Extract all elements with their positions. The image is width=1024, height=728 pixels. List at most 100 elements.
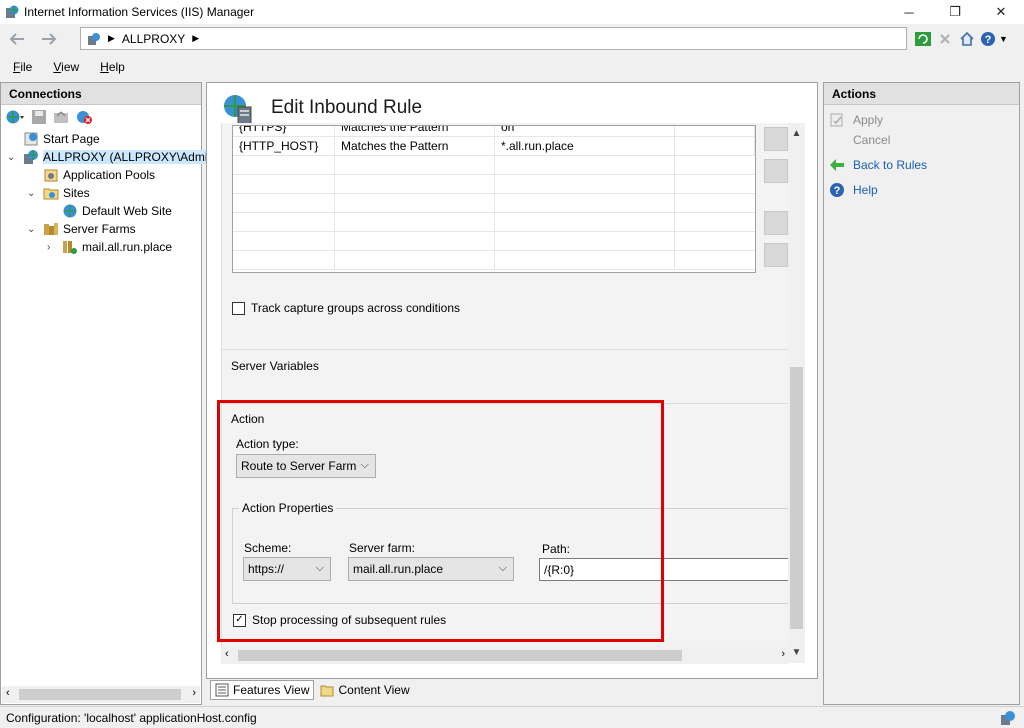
table-row[interactable] xyxy=(233,232,755,251)
chevron-down-icon[interactable]: ⌄ xyxy=(7,152,15,163)
chevron-down-icon[interactable]: ⌄ xyxy=(27,188,35,199)
stop-button[interactable] xyxy=(934,28,956,50)
chevron-down-icon: ▼ xyxy=(999,34,1008,44)
help-dropdown-button[interactable]: ? ▼ xyxy=(978,28,1010,50)
forward-button[interactable] xyxy=(36,28,62,50)
chevron-left-icon[interactable]: ‹ xyxy=(6,687,10,699)
server-variables-section[interactable]: Server Variables xyxy=(222,349,790,379)
svg-text:?: ? xyxy=(834,185,841,197)
table-row[interactable]: {HTTPS} Matches the Pattern on xyxy=(233,126,755,137)
minimize-button[interactable]: ─ xyxy=(886,0,932,24)
chevron-up-icon[interactable]: ▲ xyxy=(788,125,805,142)
start-page-icon xyxy=(23,131,39,147)
move-down-condition-button[interactable] xyxy=(764,243,788,267)
checkbox-box[interactable] xyxy=(232,301,245,315)
table-row[interactable] xyxy=(233,156,755,175)
save-icon[interactable] xyxy=(31,109,47,125)
server-variables-body xyxy=(222,379,790,404)
table-row[interactable] xyxy=(233,194,755,213)
edit-inbound-rule-panel: Edit Inbound Rule {HTTPS} Matches the Pa… xyxy=(206,82,818,679)
chevron-right-icon[interactable]: › xyxy=(192,687,196,699)
chevron-left-icon[interactable]: ‹ xyxy=(225,648,229,660)
scroll-thumb[interactable] xyxy=(790,367,803,629)
actions-header: Actions xyxy=(824,83,1019,105)
chevron-down-icon: ⌵ xyxy=(315,562,324,574)
stop-icon xyxy=(940,34,950,44)
chevron-down-icon: ⌵ xyxy=(360,459,369,471)
forward-arrow-icon xyxy=(42,33,57,45)
cancel-action[interactable]: Cancel xyxy=(829,132,890,148)
tree-item-start-page[interactable]: Start Page xyxy=(23,130,100,148)
scroll-thumb[interactable] xyxy=(19,689,181,700)
action-type-label: Action type: xyxy=(236,437,299,451)
tab-content-view[interactable]: Content View xyxy=(316,680,413,700)
server-farm-select[interactable]: mail.all.run.place ⌵ xyxy=(348,557,514,581)
connections-panel: Connections Start Page ⌄ ALLPROXY (ALLPR… xyxy=(0,82,208,705)
chevron-right-icon[interactable]: › xyxy=(47,242,50,253)
connections-header: Connections xyxy=(1,83,201,105)
scroll-thumb[interactable] xyxy=(238,650,682,661)
refresh-button[interactable] xyxy=(912,28,934,50)
connect-globe-icon[interactable] xyxy=(5,109,25,125)
menu-view[interactable]: View xyxy=(40,58,87,78)
tab-features-view[interactable]: Features View xyxy=(210,680,315,700)
add-condition-button[interactable] xyxy=(764,127,788,151)
connections-toolbar xyxy=(1,105,201,129)
refresh-icon xyxy=(915,32,931,46)
table-row[interactable] xyxy=(233,213,755,232)
app-pools-icon xyxy=(43,167,59,183)
form-horizontal-scrollbar[interactable]: ‹ › xyxy=(221,647,789,664)
apply-icon xyxy=(829,112,845,128)
tree-item-application-pools[interactable]: Application Pools xyxy=(43,166,155,184)
chevron-right-icon[interactable]: › xyxy=(781,648,785,660)
chevron-down-icon: ⌵ xyxy=(498,562,507,574)
close-button[interactable]: ✕ xyxy=(978,0,1024,24)
chevron-down-icon[interactable]: ▼ xyxy=(788,644,805,661)
checkmark-icon[interactable]: ✓ xyxy=(233,613,246,627)
window-title: Internet Information Services (IIS) Mana… xyxy=(24,5,255,19)
tree-item-server[interactable]: ALLPROXY (ALLPROXY\Admi xyxy=(23,148,208,166)
table-row[interactable]: {HTTP_HOST} Matches the Pattern *.all.ru… xyxy=(233,137,755,156)
path-input[interactable]: /{R:0} xyxy=(539,558,799,581)
maximize-button[interactable]: ❐ xyxy=(932,0,978,24)
table-row[interactable] xyxy=(233,251,755,270)
server-icon xyxy=(88,32,100,45)
apply-action[interactable]: Apply xyxy=(829,112,883,128)
home-button[interactable] xyxy=(956,28,978,50)
tree-item-sites[interactable]: Sites xyxy=(43,184,90,202)
scheme-select[interactable]: https:// ⌵ xyxy=(243,557,331,581)
form-vertical-scrollbar[interactable]: ▲ ▼ xyxy=(788,123,805,663)
address-segment[interactable]: ALLPROXY xyxy=(122,32,185,46)
chevron-right-icon[interactable]: ▶ xyxy=(192,33,199,44)
address-bar: ▶ ALLPROXY ▶ ? ▼ xyxy=(0,24,1024,54)
home-icon xyxy=(960,31,974,46)
chevron-down-icon[interactable]: ⌄ xyxy=(27,224,35,235)
action-section-label: Action xyxy=(231,412,265,426)
up-level-icon[interactable] xyxy=(53,109,69,125)
move-up-condition-button[interactable] xyxy=(764,211,788,235)
features-view-icon xyxy=(215,683,229,697)
action-type-select[interactable]: Route to Server Farm ⌵ xyxy=(236,454,376,478)
connections-horizontal-scrollbar[interactable]: ‹ › xyxy=(2,686,200,703)
action-properties-group xyxy=(232,508,802,604)
tree-item-server-farm[interactable]: mail.all.run.place xyxy=(62,238,172,256)
back-arrow-icon xyxy=(9,33,24,45)
menu-file[interactable]: File xyxy=(0,58,40,78)
table-row[interactable] xyxy=(233,175,755,194)
rule-form-scroll-area: {HTTPS} Matches the Pattern on {HTTP_HOS… xyxy=(221,123,805,663)
stop-processing-checkbox[interactable]: ✓ Stop processing of subsequent rules xyxy=(233,613,446,627)
back-button[interactable] xyxy=(4,28,30,50)
disconnect-icon[interactable] xyxy=(75,109,93,125)
title-bar: Internet Information Services (IIS) Mana… xyxy=(0,0,1024,24)
tree-item-default-web-site[interactable]: Default Web Site xyxy=(62,202,172,220)
chevron-right-icon: ▶ xyxy=(108,33,115,43)
help-icon: ? xyxy=(981,32,996,46)
tree-item-server-farms[interactable]: Server Farms xyxy=(43,220,136,238)
page-title: Edit Inbound Rule xyxy=(271,97,423,118)
address-field[interactable]: ▶ ALLPROXY ▶ xyxy=(80,27,907,50)
menu-help[interactable]: Help xyxy=(87,58,133,78)
edit-condition-button[interactable] xyxy=(764,159,788,183)
back-to-rules-action[interactable]: Back to Rules xyxy=(829,157,927,173)
track-capture-groups-checkbox[interactable]: Track capture groups across conditions xyxy=(232,301,460,315)
help-action[interactable]: ? Help xyxy=(829,182,878,198)
